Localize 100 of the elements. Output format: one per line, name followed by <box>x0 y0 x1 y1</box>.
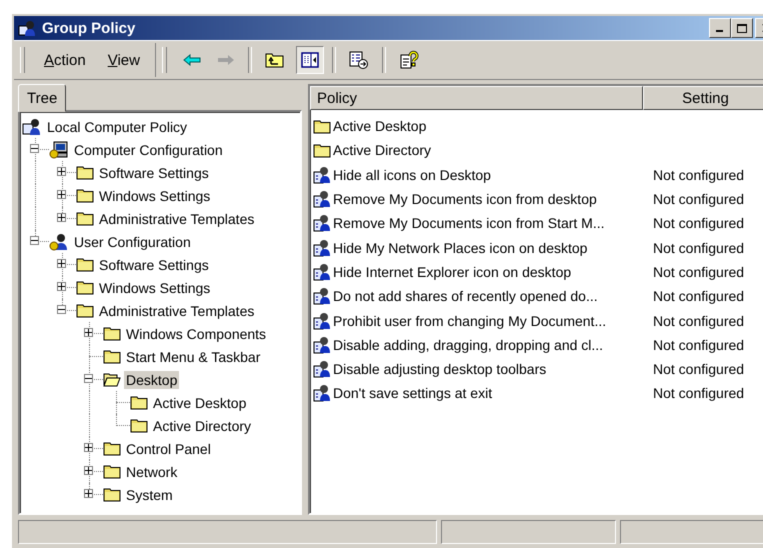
up-folder-icon <box>264 52 285 68</box>
tree-item[interactable]: Computer Configuration <box>72 140 225 158</box>
folder-icon <box>103 349 121 364</box>
table-cell: Not configured <box>653 361 744 378</box>
minimize-button[interactable] <box>709 18 731 38</box>
table-cell: Not configured <box>653 240 744 256</box>
list-item[interactable]: Hide Internet Explorer icon on desktop <box>333 264 572 280</box>
maximize-button[interactable] <box>731 18 753 38</box>
menu-item[interactable]: View <box>96 48 151 72</box>
plus-icon <box>85 329 92 336</box>
policy-setting-icon <box>313 384 331 402</box>
user-icon <box>49 232 69 250</box>
folder-icon <box>76 257 94 272</box>
list-item[interactable]: Active Desktop <box>333 118 426 134</box>
policy-setting-icon <box>313 166 331 184</box>
table-cell: Not configured <box>653 166 744 183</box>
tree-item[interactable]: Desktop <box>124 370 180 388</box>
folder-icon <box>103 487 121 502</box>
tree-item[interactable]: Control Panel <box>124 440 213 458</box>
maximize-icon <box>737 24 747 32</box>
list-item[interactable]: Hide all icons on Desktop <box>333 166 491 183</box>
folder-icon <box>313 142 331 158</box>
folder-icon <box>103 326 121 341</box>
policy-setting-icon <box>313 190 331 208</box>
tree-item[interactable]: Local Computer Policy <box>45 118 190 136</box>
plus-icon <box>85 467 92 474</box>
tree-item[interactable]: Software Settings <box>97 164 211 182</box>
list-item[interactable]: Disable adjusting desktop toolbars <box>333 361 546 378</box>
expander-toggle[interactable] <box>57 305 66 314</box>
column-header[interactable]: Policy <box>310 86 643 110</box>
plus-icon <box>85 444 92 451</box>
tree-item[interactable]: System <box>124 486 175 504</box>
list-item[interactable]: Disable adding, dragging, dropping and cl... <box>333 336 604 353</box>
folder-icon <box>313 118 331 134</box>
expander-toggle[interactable] <box>84 328 93 337</box>
expander-toggle[interactable] <box>84 489 93 498</box>
tree-item[interactable]: Start Menu & Taskbar <box>124 348 262 366</box>
list-item[interactable]: Remove My Documents icon from Start M... <box>333 215 605 232</box>
policy-setting-icon <box>313 360 331 378</box>
expander-toggle[interactable] <box>30 144 39 153</box>
folder-icon <box>103 441 121 456</box>
plus-icon <box>58 168 65 175</box>
table-cell: Not configured <box>653 215 744 232</box>
table-cell: Not configured <box>653 191 744 208</box>
right-arrow-icon <box>216 54 235 66</box>
tree-item[interactable]: Windows Components <box>124 324 268 342</box>
minus-icon <box>85 375 92 382</box>
help-icon <box>398 50 419 70</box>
column-header[interactable]: Setting <box>643 86 763 110</box>
folder-icon <box>76 303 94 318</box>
plus-icon <box>58 260 65 267</box>
expander-toggle[interactable] <box>57 282 66 291</box>
expander-toggle[interactable] <box>57 167 66 176</box>
folder-icon <box>130 395 148 410</box>
policy-setting-icon <box>313 287 331 306</box>
policy-setting-icon <box>313 262 331 281</box>
policy-icon <box>22 118 42 136</box>
minus-icon <box>58 306 65 313</box>
list-item[interactable]: Remove My Documents icon from desktop <box>333 191 597 208</box>
tree-item[interactable]: Windows Settings <box>97 278 212 296</box>
expander-toggle[interactable] <box>57 190 66 199</box>
tree-item[interactable]: Software Settings <box>97 256 211 274</box>
policy-setting-icon <box>313 312 331 330</box>
tree-item[interactable]: Active Desktop <box>151 394 248 412</box>
window-title: Group Policy <box>42 20 136 36</box>
list-item[interactable]: Active Directory <box>333 142 432 158</box>
policy-icon <box>18 20 38 36</box>
expander-toggle[interactable] <box>84 466 93 475</box>
plus-icon <box>58 214 65 221</box>
left-arrow-icon <box>182 54 201 66</box>
policy-setting-icon <box>313 214 331 232</box>
folder-icon <box>130 418 148 433</box>
tree-item[interactable]: Windows Settings <box>97 186 212 204</box>
expander-toggle[interactable] <box>84 374 93 383</box>
table-cell: Not configured <box>653 312 744 329</box>
list-item[interactable]: Hide My Network Places icon on desktop <box>333 240 588 256</box>
plus-icon <box>58 191 65 198</box>
list-item[interactable]: Do not add shares of recently opened do... <box>333 288 598 304</box>
tree-item[interactable]: Administrative Templates <box>97 210 256 228</box>
minus-icon <box>31 145 38 152</box>
toolbar-button[interactable] <box>296 46 324 74</box>
list-item[interactable]: Prohibit user from changing My Document... <box>333 312 606 329</box>
expander-toggle[interactable] <box>57 259 66 268</box>
tree-item[interactable]: User Configuration <box>72 232 193 250</box>
expander-toggle[interactable] <box>57 213 66 222</box>
list-item[interactable]: Don't save settings at exit <box>333 385 492 402</box>
tree-item[interactable]: Network <box>124 462 180 480</box>
table-cell: Not configured <box>653 288 744 304</box>
policy-setting-icon <box>313 336 331 354</box>
minus-icon <box>31 237 38 244</box>
table-cell: Not configured <box>653 264 744 280</box>
expander-toggle[interactable] <box>30 236 39 245</box>
expander-toggle[interactable] <box>84 443 93 452</box>
tab[interactable]: Tree <box>18 84 66 112</box>
folder-icon <box>76 280 94 295</box>
tree-item[interactable]: Active Directory <box>151 416 254 434</box>
folder-icon <box>76 211 94 226</box>
folder-icon <box>103 464 121 479</box>
tree-item[interactable]: Administrative Templates <box>97 302 256 320</box>
menu-item[interactable]: Action <box>33 48 97 72</box>
